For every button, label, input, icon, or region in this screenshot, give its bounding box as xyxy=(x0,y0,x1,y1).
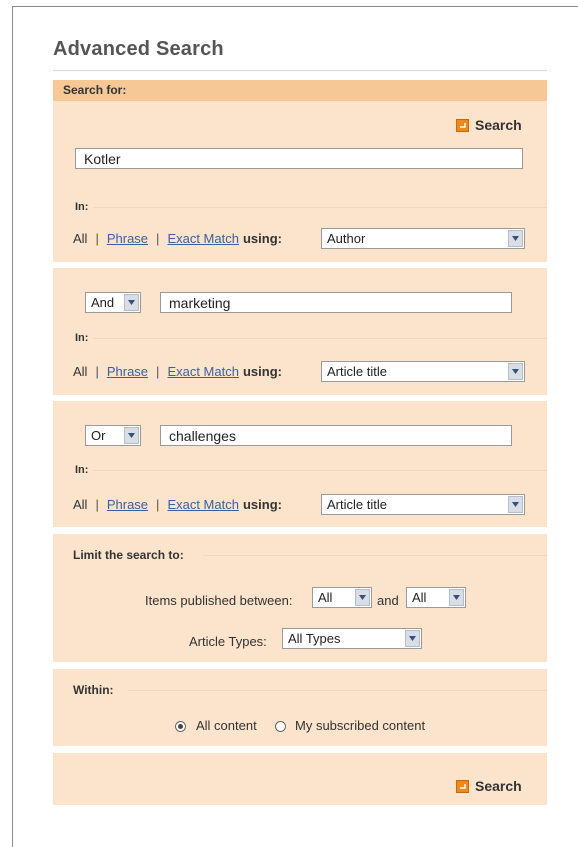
match-all-option-1[interactable]: All xyxy=(73,231,87,246)
search-arrow-icon xyxy=(456,118,469,132)
top-search-button[interactable]: Search xyxy=(456,117,522,133)
limit-header: Limit the search to: xyxy=(73,548,184,562)
chevron-down-icon xyxy=(355,589,370,606)
search-term-2-input[interactable]: marketing xyxy=(160,292,512,313)
separator: | xyxy=(156,364,160,379)
subscribed-content-label[interactable]: My subscribed content xyxy=(295,718,425,733)
match-exact-link-3[interactable]: Exact Match xyxy=(167,497,239,512)
search-arrow-icon xyxy=(456,779,469,793)
search-button-label: Search xyxy=(475,778,522,794)
search-term-3-input[interactable]: challenges xyxy=(160,425,512,446)
chevron-down-icon xyxy=(405,630,420,647)
in-divider-1 xyxy=(93,207,547,208)
and-label: and xyxy=(377,593,399,608)
article-types-value: All Types xyxy=(288,631,341,646)
page-title: Advanced Search xyxy=(53,38,224,60)
match-exact-link-2[interactable]: Exact Match xyxy=(167,364,239,379)
limit-divider xyxy=(203,555,547,556)
within-divider xyxy=(128,690,547,691)
match-phrase-link-3[interactable]: Phrase xyxy=(107,497,148,512)
search-row-1-panel: Search Kotler In: All | Phrase | Exact M… xyxy=(53,101,547,262)
match-all-option-2[interactable]: All xyxy=(73,364,87,379)
in-divider-2 xyxy=(93,338,547,339)
chevron-down-icon xyxy=(124,427,139,444)
match-phrase-link-1[interactable]: Phrase xyxy=(107,231,148,246)
chevron-down-icon xyxy=(508,230,523,247)
in-label-2: In: xyxy=(75,332,89,344)
match-all-option-3[interactable]: All xyxy=(73,497,87,512)
footer-panel: Search xyxy=(53,753,547,805)
in-label-1: In: xyxy=(75,201,89,213)
match-options-1: All | Phrase | Exact Match using: xyxy=(73,231,286,246)
using-label-1: using: xyxy=(242,231,282,246)
separator: | xyxy=(95,231,99,246)
separator: | xyxy=(95,497,99,512)
separator: | xyxy=(156,231,160,246)
operator-select-3[interactable]: Or xyxy=(85,425,141,446)
all-content-label[interactable]: All content xyxy=(196,718,257,733)
in-label-3: In: xyxy=(75,464,89,476)
search-term-1-input[interactable]: Kotler xyxy=(75,148,523,169)
bottom-search-button[interactable]: Search xyxy=(456,778,522,794)
within-header: Within: xyxy=(73,683,114,697)
field-select-3-value: Article title xyxy=(327,497,387,512)
field-select-3[interactable]: Article title xyxy=(321,494,525,515)
separator: | xyxy=(95,364,99,379)
match-exact-link-1[interactable]: Exact Match xyxy=(167,231,239,246)
published-to-value: All xyxy=(412,590,427,605)
using-label-3: using: xyxy=(242,497,282,512)
using-label-2: using: xyxy=(242,364,282,379)
published-from-value: All xyxy=(318,590,333,605)
within-panel: Within: All content My subscribed conten… xyxy=(53,669,547,746)
match-options-2: All | Phrase | Exact Match using: xyxy=(73,364,286,379)
field-select-2[interactable]: Article title xyxy=(321,361,525,382)
published-between-label: Items published between: xyxy=(145,593,293,608)
article-types-label: Article Types: xyxy=(189,634,267,649)
search-row-3-panel: Or challenges In: All | Phrase | Exact M… xyxy=(53,401,547,527)
chevron-down-icon xyxy=(508,496,523,513)
chevron-down-icon xyxy=(449,589,464,606)
article-types-select[interactable]: All Types xyxy=(282,628,422,649)
search-for-label: Search for: xyxy=(63,83,127,97)
published-to-select[interactable]: All xyxy=(406,587,466,608)
field-select-1[interactable]: Author xyxy=(321,228,525,249)
operator-select-2[interactable]: And xyxy=(85,292,141,313)
in-divider-3 xyxy=(93,470,547,471)
limit-panel: Limit the search to: Items published bet… xyxy=(53,534,547,662)
field-select-2-value: Article title xyxy=(327,364,387,379)
operator-select-3-value: Or xyxy=(91,428,106,443)
field-select-1-value: Author xyxy=(327,231,366,246)
chevron-down-icon xyxy=(124,294,139,311)
search-row-2-panel: And marketing In: All | Phrase | Exact M… xyxy=(53,268,547,395)
radio-subscribed-content[interactable] xyxy=(275,721,286,732)
search-for-header: Search for: xyxy=(53,80,547,101)
separator: | xyxy=(156,497,160,512)
radio-all-content[interactable] xyxy=(175,721,186,732)
published-from-select[interactable]: All xyxy=(312,587,372,608)
search-button-label: Search xyxy=(475,117,522,133)
title-divider xyxy=(53,70,547,71)
match-phrase-link-2[interactable]: Phrase xyxy=(107,364,148,379)
operator-select-2-value: And xyxy=(91,295,115,310)
match-options-3: All | Phrase | Exact Match using: xyxy=(73,497,286,512)
chevron-down-icon xyxy=(508,363,523,380)
